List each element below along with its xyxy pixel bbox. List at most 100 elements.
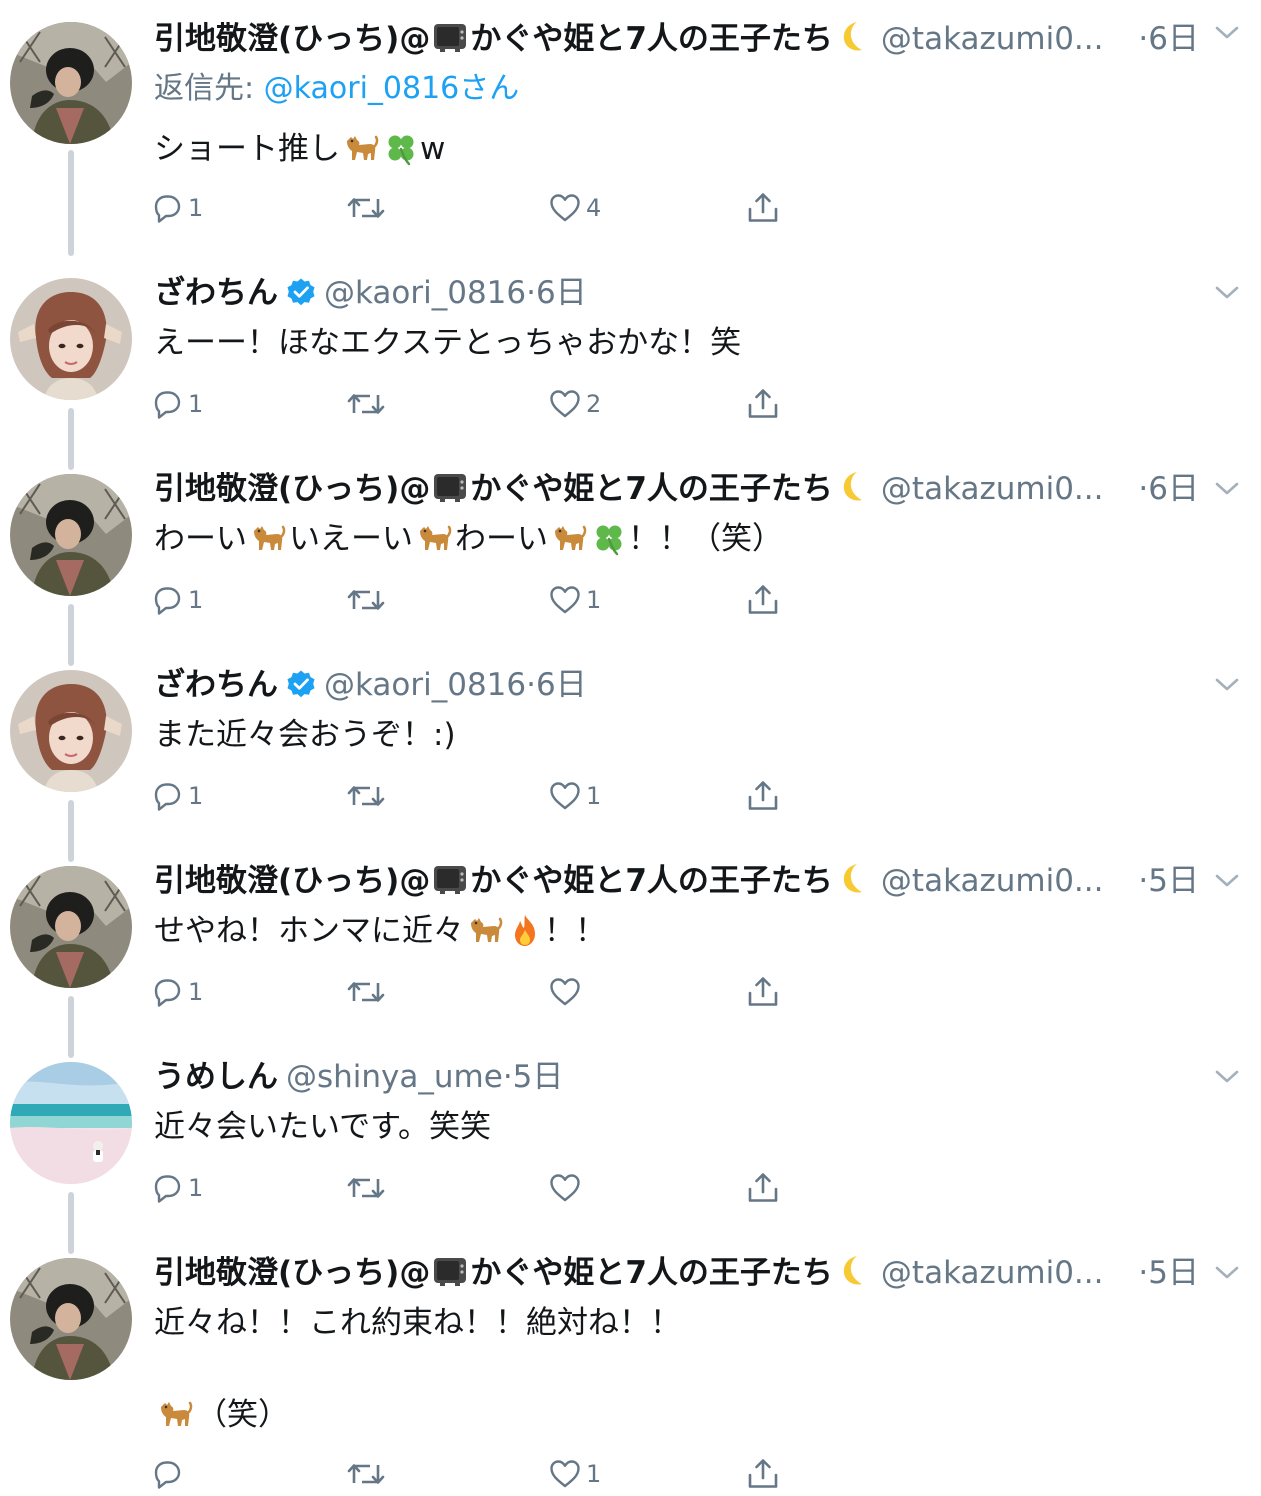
retweet-button[interactable] xyxy=(346,1452,390,1496)
tweet-1[interactable]: 引地敬澄(ひっち)@ かぐや姫と7人の王子たち @takazumi0... ·6日 … xyxy=(0,0,1261,260)
share-upload-icon xyxy=(746,1171,780,1205)
chevron-down-icon[interactable] xyxy=(1215,286,1239,300)
user-handle[interactable]: @takazumi0... xyxy=(881,21,1104,57)
like-count: 1 xyxy=(586,782,602,810)
user-handle[interactable]: @takazumi0... xyxy=(881,1255,1104,1291)
like-button[interactable]: 1 xyxy=(548,774,601,818)
share-button[interactable] xyxy=(746,186,780,230)
chevron-down-icon[interactable] xyxy=(1215,874,1239,888)
retweet-button[interactable] xyxy=(346,774,390,818)
tweet-4[interactable]: ざわちん @kaori_0816·6日 また近々会おうぞ！:) 1 1 xyxy=(0,650,1261,862)
tweet-7[interactable]: 引地敬澄(ひっち)@ かぐや姫と7人の王子たち @takazumi0... ·5日 … xyxy=(0,1238,1261,1494)
like-button[interactable]: 2 xyxy=(548,382,601,426)
retweet-arrows-icon xyxy=(346,387,386,421)
tweet-header: うめしん @shinya_ume·5日 xyxy=(154,1052,1191,1102)
display-name[interactable]: 引地敬澄(ひっち)@ xyxy=(154,471,430,507)
user-handle[interactable]: @takazumi0... xyxy=(881,863,1104,899)
share-upload-icon xyxy=(746,583,780,617)
user-handle[interactable]: @takazumi0... xyxy=(881,471,1104,507)
replying-to: 返信先: @kaori_0816さん xyxy=(154,64,519,114)
tweet-2[interactable]: ざわちん @kaori_0816·6日 えーー！ほなエクステとっちゃおかな！笑 1… xyxy=(0,258,1261,470)
tweet-text: わーい いえーい わーい ！！（笑） xyxy=(154,514,783,564)
display-name[interactable]: 引地敬澄(ひっち)@ xyxy=(154,1255,430,1291)
timestamp[interactable]: ·6日 xyxy=(526,667,587,703)
retweet-button[interactable] xyxy=(346,382,390,426)
share-button[interactable] xyxy=(746,1452,780,1496)
timestamp[interactable]: ·5日 xyxy=(1138,1248,1199,1298)
tweet-text: また近々会おうぞ！:) xyxy=(154,717,456,753)
like-button[interactable]: 4 xyxy=(548,186,601,230)
avatar[interactable] xyxy=(10,474,132,596)
display-name[interactable]: 引地敬澄(ひっち)@ xyxy=(154,863,430,899)
reply-button[interactable]: 1 xyxy=(150,970,203,1014)
crescent-moon-emoji-icon xyxy=(835,469,871,505)
user-handle[interactable]: @kaori_0816 xyxy=(324,275,526,311)
reply-button[interactable]: 1 xyxy=(150,578,203,622)
retweet-arrows-icon xyxy=(346,975,386,1009)
avatar[interactable] xyxy=(10,1258,132,1380)
timestamp[interactable]: ·6日 xyxy=(1138,14,1199,64)
avatar[interactable] xyxy=(10,1062,132,1184)
reply-button[interactable]: 1 xyxy=(150,382,203,426)
display-name[interactable]: ざわちん xyxy=(154,667,278,703)
four-leaf-clover-emoji-icon xyxy=(591,521,627,557)
tweet-header: 引地敬澄(ひっち)@ かぐや姫と7人の王子たち @takazumi0... xyxy=(154,1248,1191,1298)
dog-emoji-icon xyxy=(248,517,288,557)
reply-button[interactable]: 1 xyxy=(150,186,203,230)
timestamp[interactable]: ·5日 xyxy=(503,1059,564,1095)
heart-icon xyxy=(548,779,582,813)
crescent-moon-emoji-icon xyxy=(835,1253,871,1289)
like-button[interactable] xyxy=(548,970,586,1014)
speech-bubble-icon xyxy=(150,779,184,813)
retweet-button[interactable] xyxy=(346,1166,390,1210)
reply-count: 1 xyxy=(188,782,204,810)
avatar[interactable] xyxy=(10,278,132,400)
display-name-suffix[interactable]: かぐや姫と7人の王子たち xyxy=(470,471,833,507)
tweet-text-part: わーい xyxy=(455,521,548,557)
retweet-button[interactable] xyxy=(346,578,390,622)
timestamp[interactable]: ·6日 xyxy=(1138,464,1199,514)
tweet-5[interactable]: 引地敬澄(ひっち)@ かぐや姫と7人の王子たち @takazumi0... ·5日 … xyxy=(0,846,1261,1058)
chevron-down-icon[interactable] xyxy=(1215,482,1239,496)
share-button[interactable] xyxy=(746,970,780,1014)
tweet-actions: 1 1 xyxy=(150,578,810,622)
tweet-6[interactable]: うめしん @shinya_ume·5日 近々会いたいです。笑笑 1 xyxy=(0,1042,1261,1254)
chevron-down-icon[interactable] xyxy=(1215,1266,1239,1280)
chevron-down-icon[interactable] xyxy=(1215,26,1239,40)
display-name-suffix[interactable]: かぐや姫と7人の王子たち xyxy=(470,21,833,57)
tweet-3[interactable]: 引地敬澄(ひっち)@ かぐや姫と7人の王子たち @takazumi0... ·6日 … xyxy=(0,454,1261,666)
reply-button[interactable] xyxy=(150,1452,188,1496)
heart-icon xyxy=(548,387,582,421)
like-button[interactable]: 1 xyxy=(548,1452,601,1496)
chevron-down-icon[interactable] xyxy=(1215,1070,1239,1084)
retweet-arrows-icon xyxy=(346,1457,386,1491)
like-button[interactable] xyxy=(548,1166,586,1210)
like-button[interactable]: 1 xyxy=(548,578,601,622)
reply-button[interactable]: 1 xyxy=(150,774,203,818)
timestamp[interactable]: ·5日 xyxy=(1138,856,1199,906)
tweet-text-part: （笑） xyxy=(196,1397,289,1433)
timestamp[interactable]: ·6日 xyxy=(526,275,587,311)
retweet-arrows-icon xyxy=(346,191,386,225)
tweet-actions: 1 4 xyxy=(150,186,810,230)
tv-emoji-icon xyxy=(432,861,468,897)
chevron-down-icon[interactable] xyxy=(1215,678,1239,692)
display-name-suffix[interactable]: かぐや姫と7人の王子たち xyxy=(470,1255,833,1291)
retweet-button[interactable] xyxy=(346,186,390,230)
user-handle[interactable]: @shinya_ume xyxy=(286,1059,503,1095)
share-button[interactable] xyxy=(746,1166,780,1210)
display-name[interactable]: うめしん xyxy=(154,1059,278,1095)
reply-mention-link[interactable]: @kaori_0816さん xyxy=(264,71,520,106)
avatar[interactable] xyxy=(10,22,132,144)
share-button[interactable] xyxy=(746,774,780,818)
display-name[interactable]: 引地敬澄(ひっち)@ xyxy=(154,21,430,57)
share-button[interactable] xyxy=(746,382,780,426)
retweet-button[interactable] xyxy=(346,970,390,1014)
display-name-suffix[interactable]: かぐや姫と7人の王子たち xyxy=(470,863,833,899)
reply-button[interactable]: 1 xyxy=(150,1166,203,1210)
avatar[interactable] xyxy=(10,670,132,792)
display-name[interactable]: ざわちん xyxy=(154,275,278,311)
user-handle[interactable]: @kaori_0816 xyxy=(324,667,526,703)
share-button[interactable] xyxy=(746,578,780,622)
avatar[interactable] xyxy=(10,866,132,988)
